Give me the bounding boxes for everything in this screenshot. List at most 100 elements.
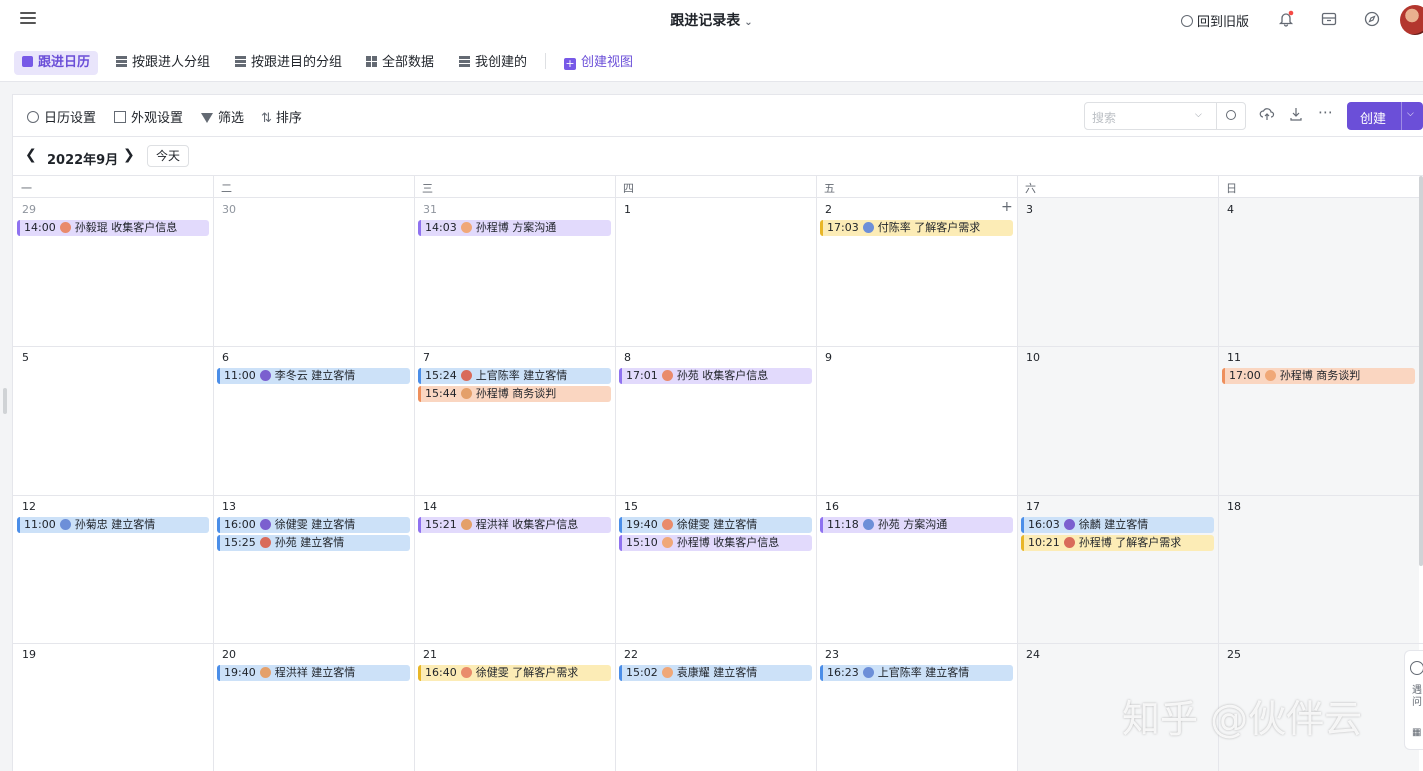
inbox-icon[interactable] <box>1320 10 1338 28</box>
create-view-button[interactable]: + 创建视图 <box>564 52 633 74</box>
calendar-event[interactable]: 16:03 徐麟 建立客情 <box>1021 517 1214 533</box>
create-record-button[interactable]: 创建 ⌵ <box>1347 102 1423 130</box>
day-number[interactable]: 3 <box>1026 203 1033 216</box>
add-event-icon[interactable]: + <box>1001 199 1013 215</box>
day-number[interactable]: 2 <box>825 203 832 216</box>
bell-icon[interactable] <box>1277 10 1295 28</box>
today-button[interactable]: 今天 <box>147 145 189 167</box>
compass-icon[interactable] <box>1363 10 1381 28</box>
search-icon[interactable] <box>1226 110 1236 120</box>
upload-icon[interactable] <box>1259 106 1275 122</box>
calendar-event[interactable]: 14:00 孙毅琨 收集客户信息 <box>17 220 209 236</box>
event-title: 徐麟 建立客情 <box>1078 518 1149 531</box>
day-number[interactable]: 31 <box>423 203 437 216</box>
day-number[interactable]: 14 <box>423 500 437 513</box>
day-number[interactable]: 7 <box>423 351 430 364</box>
day-number[interactable]: 10 <box>1026 351 1040 364</box>
day-number[interactable]: 30 <box>222 203 236 216</box>
calendar-event[interactable]: 15:44 孙程博 商务谈判 <box>418 386 611 402</box>
calendar-event[interactable]: 19:40 徐健雯 建立客情 <box>619 517 812 533</box>
day-number[interactable]: 6 <box>222 351 229 364</box>
event-time: 15:44 <box>425 387 457 400</box>
calendar-event[interactable]: 15:24 上官陈率 建立客情 <box>418 368 611 384</box>
event-title: 徐健雯 了解客户需求 <box>475 666 579 679</box>
calendar-event[interactable]: 15:10 孙程博 收集客户信息 <box>619 535 812 551</box>
table-title-text: 跟进记录表 <box>670 13 741 29</box>
day-number[interactable]: 23 <box>825 648 839 661</box>
day-number[interactable]: 12 <box>22 500 36 513</box>
tab-group-by-person[interactable]: 按跟进人分组 <box>116 52 210 74</box>
calendar-event[interactable]: 15:02 袁康耀 建立客情 <box>619 665 812 681</box>
calendar-event[interactable]: 19:40 程洪祥 建立客情 <box>217 665 410 681</box>
assignee-avatar-icon <box>460 667 472 678</box>
tab-divider <box>545 53 546 69</box>
day-number[interactable]: 17 <box>1026 500 1040 513</box>
day-number[interactable]: 16 <box>825 500 839 513</box>
help-widget[interactable]: 遇问 ▦ <box>1404 650 1423 750</box>
day-number[interactable]: 11 <box>1227 351 1241 364</box>
month-label: 2022年9月 <box>47 153 119 168</box>
day-number[interactable]: 8 <box>624 351 631 364</box>
calendar-event[interactable]: 11:00 李冬云 建立客情 <box>217 368 410 384</box>
day-number[interactable]: 24 <box>1026 648 1040 661</box>
calendar-event[interactable]: 16:23 上官陈率 建立客情 <box>820 665 1013 681</box>
search-input[interactable]: 搜索 <box>1092 109 1116 126</box>
day-number[interactable]: 25 <box>1227 648 1241 661</box>
button-divider <box>1401 102 1402 130</box>
assignee-avatar-icon <box>259 370 271 381</box>
tab-created-by-me[interactable]: 我创建的 <box>459 52 527 74</box>
download-icon[interactable] <box>1288 106 1304 122</box>
calendar-event[interactable]: 16:00 徐健雯 建立客情 <box>217 517 410 533</box>
back-to-old-version-link[interactable]: 回到旧版 <box>1181 11 1249 30</box>
calendar-event[interactable]: 17:01 孙苑 收集客户信息 <box>619 368 812 384</box>
day-number[interactable]: 5 <box>22 351 29 364</box>
vertical-scrollbar[interactable] <box>1419 176 1423 566</box>
search-box[interactable]: 搜索 ⌵ <box>1084 102 1246 130</box>
day-number[interactable]: 4 <box>1227 203 1234 216</box>
calendar-settings-button[interactable]: 日历设置 <box>27 107 96 126</box>
calendar-event[interactable]: 11:00 孙菊忠 建立客情 <box>17 517 209 533</box>
day-number[interactable]: 1 <box>624 203 631 216</box>
appearance-settings-button[interactable]: 外观设置 <box>114 107 183 126</box>
assignee-avatar-icon <box>862 222 874 233</box>
more-icon[interactable]: ⋯ <box>1318 103 1333 121</box>
assignee-avatar-icon <box>862 519 874 530</box>
next-month-icon[interactable]: ❯ <box>123 147 135 163</box>
calendar-event[interactable]: 17:00 孙程博 商务谈判 <box>1222 368 1415 384</box>
calendar-icon <box>22 56 33 67</box>
day-number[interactable]: 15 <box>624 500 638 513</box>
sort-button[interactable]: ⇅ 排序 <box>261 107 302 126</box>
tab-label: 按跟进目的分组 <box>251 55 343 70</box>
calendar-event[interactable]: 11:18 孙苑 方案沟通 <box>820 517 1013 533</box>
day-number[interactable]: 19 <box>22 648 36 661</box>
filter-button[interactable]: 筛选 <box>201 107 244 126</box>
tab-follow-up-calendar[interactable]: 跟进日历 <box>14 51 99 75</box>
day-number[interactable]: 18 <box>1227 500 1241 513</box>
calendar-event[interactable]: 15:25 孙苑 建立客情 <box>217 535 410 551</box>
sidebar-resize-handle[interactable] <box>3 388 7 414</box>
weekday-label: 三 <box>422 182 433 195</box>
day-number[interactable]: 9 <box>825 351 832 364</box>
calendar-event[interactable]: 17:03 付陈率 了解客户需求 <box>820 220 1013 236</box>
clock-icon <box>1181 15 1193 27</box>
day-number[interactable]: 21 <box>423 648 437 661</box>
month-navigation: ❮ 2022年9月 ❯ 今天 <box>13 137 1423 175</box>
calendar-event[interactable]: 15:21 程洪祥 收集客户信息 <box>418 517 611 533</box>
calendar-event[interactable]: 14:03 孙程博 方案沟通 <box>418 220 611 236</box>
event-title: 孙菊忠 建立客情 <box>74 518 156 531</box>
event-time: 17:01 <box>626 369 658 382</box>
tab-all-data[interactable]: 全部数据 <box>366 52 434 74</box>
assignee-avatar-icon <box>460 388 472 399</box>
chevron-down-icon[interactable]: ⌵ <box>1195 110 1202 120</box>
calendar-event[interactable]: 10:21 孙程博 了解客户需求 <box>1021 535 1214 551</box>
day-number[interactable]: 22 <box>624 648 638 661</box>
chevron-down-icon[interactable]: ⌵ <box>1407 109 1414 119</box>
day-number[interactable]: 29 <box>22 203 36 216</box>
tab-group-by-purpose[interactable]: 按跟进目的分组 <box>235 52 342 74</box>
day-number[interactable]: 20 <box>222 648 236 661</box>
day-number[interactable]: 13 <box>222 500 236 513</box>
assignee-avatar-icon <box>1063 519 1075 530</box>
user-avatar[interactable] <box>1400 5 1423 35</box>
prev-month-icon[interactable]: ❮ <box>25 147 37 163</box>
calendar-event[interactable]: 16:40 徐健雯 了解客户需求 <box>418 665 611 681</box>
